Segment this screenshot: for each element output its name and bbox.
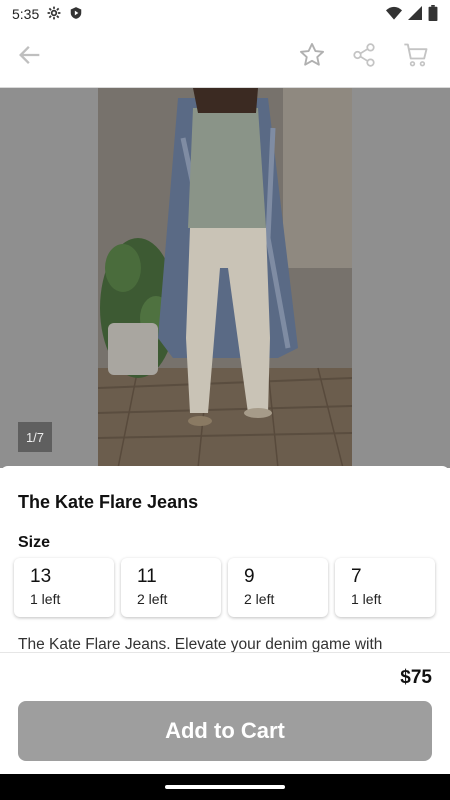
product-photo (98, 88, 352, 468)
home-gesture-handle[interactable] (165, 785, 285, 789)
cart-button[interactable] (390, 32, 442, 84)
product-price: $75 (400, 667, 432, 688)
status-time: 5:35 (12, 6, 40, 22)
size-option-7[interactable]: 7 1 left (335, 558, 435, 617)
size-stock: 2 left (244, 591, 275, 607)
size-option-13[interactable]: 13 1 left (14, 558, 114, 617)
cart-icon (402, 41, 430, 74)
size-option-11[interactable]: 11 2 left (121, 558, 221, 617)
star-icon (298, 41, 326, 74)
size-value: 13 (30, 566, 52, 587)
product-gallery[interactable]: 1/7 (0, 88, 450, 468)
settings-icon (47, 6, 61, 23)
system-nav-bar (0, 774, 450, 800)
product-sheet: The Kate Flare Jeans Size 13 1 left 11 2… (0, 466, 450, 800)
purchase-footer: $75 Add to Cart (0, 652, 450, 772)
app-bar-actions (286, 32, 442, 84)
app-bar (0, 28, 450, 88)
battery-icon (428, 4, 438, 24)
wifi-icon (386, 6, 402, 23)
size-value: 9 (244, 566, 255, 587)
favorite-button[interactable] (286, 32, 338, 84)
arrow-left-icon (16, 41, 44, 74)
size-stock: 1 left (351, 591, 382, 607)
size-value: 11 (137, 566, 157, 587)
status-right (386, 4, 438, 24)
play-protect-icon (69, 6, 83, 23)
status-left: 5:35 (12, 6, 83, 23)
size-label: Size (18, 534, 51, 551)
size-options: 13 1 left 11 2 left 9 2 left 7 1 left (14, 558, 435, 617)
share-button[interactable] (338, 32, 390, 84)
size-value: 7 (351, 566, 362, 587)
size-stock: 2 left (137, 591, 168, 607)
product-title: The Kate Flare Jeans (18, 492, 199, 512)
signal-icon (408, 5, 422, 23)
back-button[interactable] (4, 32, 56, 84)
add-to-cart-button[interactable]: Add to Cart (18, 701, 432, 761)
image-counter: 1/7 (18, 422, 52, 452)
share-icon (351, 42, 377, 73)
size-option-9[interactable]: 9 2 left (228, 558, 328, 617)
screen: 5:35 1/7 The Kate Flare Jeans Size 13 1 … (0, 0, 450, 800)
size-stock: 1 left (30, 591, 61, 607)
status-bar: 5:35 (0, 0, 450, 28)
